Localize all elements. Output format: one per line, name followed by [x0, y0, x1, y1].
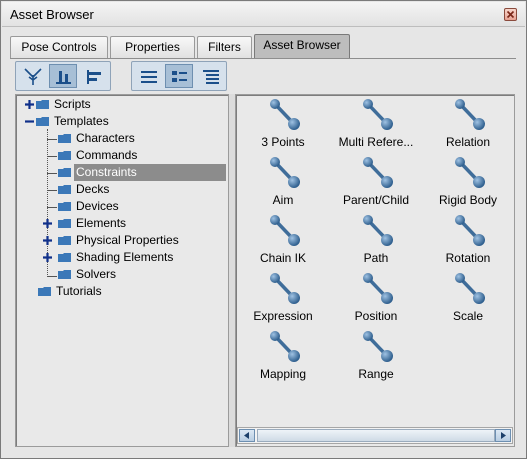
tab-pose-controls[interactable]: Pose Controls [10, 36, 108, 58]
folder-icon [58, 134, 71, 143]
arrow-right-icon [501, 432, 506, 439]
expand-plus-icon[interactable] [24, 99, 35, 110]
asset-item[interactable]: Multi Refere... [331, 97, 421, 153]
asset-label: Relation [445, 135, 491, 149]
title-bar: Asset Browser [2, 2, 525, 27]
close-x-icon [506, 10, 515, 19]
asset-label: Chain IK [259, 251, 307, 265]
asset-label: Position [354, 309, 398, 323]
asset-label: Parent/Child [342, 193, 410, 207]
folder-icon [58, 270, 71, 279]
asset-item[interactable]: Parent/Child [331, 155, 421, 211]
asset-item[interactable]: Chain IK [238, 213, 328, 269]
constraint-icon [455, 99, 485, 130]
align-left-button[interactable] [80, 64, 108, 88]
view-button-group [15, 61, 111, 91]
asset-item[interactable]: Expression [238, 271, 328, 327]
list-view-icon [141, 71, 157, 83]
asset-item[interactable]: Rotation [423, 213, 513, 269]
expand-plus-icon[interactable] [42, 252, 53, 263]
constraint-icon [455, 273, 485, 304]
asset-label: Aim [272, 193, 294, 207]
display-button-group [131, 61, 227, 91]
close-button[interactable] [504, 8, 517, 21]
align-bottom-button[interactable] [49, 64, 77, 88]
arrow-left-icon [244, 432, 249, 439]
asset-item[interactable]: Scale [423, 271, 513, 327]
asset-item[interactable]: Range [331, 329, 421, 385]
asset-label: Rotation [445, 251, 491, 265]
constraint-icon [270, 215, 300, 246]
asset-label: Path [363, 251, 389, 265]
folder-tree-panel[interactable]: Scripts Templates Characters Commands Co… [15, 94, 229, 447]
expand-plus-icon[interactable] [42, 235, 53, 246]
detail-view-icon [203, 70, 219, 84]
asset-label: Range [358, 367, 394, 381]
tree-view-button[interactable] [18, 64, 46, 88]
window-title: Asset Browser [10, 7, 94, 22]
asset-label: Rigid Body [438, 193, 498, 207]
constraint-icon [270, 99, 300, 130]
collapse-minus-icon[interactable] [24, 116, 35, 127]
asset-grid-panel[interactable]: 3 Points Multi Refere... Relation Aim Parent… [235, 94, 515, 447]
expand-plus-icon[interactable] [42, 218, 53, 229]
constraint-icon [270, 273, 300, 304]
constraint-icon [270, 157, 300, 188]
asset-item[interactable]: Position [331, 271, 421, 327]
folder-icon [38, 287, 51, 296]
folder-icon [58, 202, 71, 211]
asset-item[interactable]: Path [331, 213, 421, 269]
constraint-icon [363, 331, 393, 362]
folder-icon [58, 151, 71, 160]
scroll-left-button[interactable] [239, 429, 255, 442]
detail-view-button[interactable] [196, 64, 224, 88]
tab-properties[interactable]: Properties [110, 36, 195, 58]
folder-icon [58, 253, 71, 262]
constraint-icon [363, 215, 393, 246]
constraint-icon [270, 331, 300, 362]
align-left-icon [87, 70, 101, 84]
folder-icon [58, 185, 71, 194]
asset-item[interactable]: Aim [238, 155, 328, 211]
asset-label: 3 Points [261, 135, 305, 149]
list-view-button[interactable] [134, 64, 162, 88]
constraint-icon [363, 99, 393, 130]
tree-item-constraints[interactable]: Constraints [40, 164, 226, 181]
folder-icon [58, 168, 71, 177]
folder-icon [58, 219, 71, 228]
folder-icon [36, 117, 49, 126]
scroll-thumb[interactable] [257, 429, 495, 442]
folder-icon [58, 236, 71, 245]
folder-icon [36, 100, 49, 109]
constraint-icon [455, 157, 485, 188]
horizontal-scrollbar[interactable] [237, 427, 513, 444]
tab-asset-browser[interactable]: Asset Browser [254, 34, 350, 59]
tab-filters[interactable]: Filters [197, 36, 252, 58]
asset-label: Expression [253, 309, 313, 323]
asset-item[interactable]: Relation [423, 97, 513, 153]
constraint-icon [363, 157, 393, 188]
asset-label: Mapping [259, 367, 307, 381]
constraint-icon [455, 215, 485, 246]
asset-item[interactable]: 3 Points [238, 97, 328, 153]
constraint-icon [363, 273, 393, 304]
tree-view-icon [24, 68, 42, 85]
icon-view-icon [172, 71, 187, 82]
icon-view-button[interactable] [165, 64, 193, 88]
asset-label: Multi Refere... [338, 135, 414, 149]
align-bottom-icon [56, 71, 71, 84]
asset-browser-window: Asset Browser Pose Controls Properties F… [0, 0, 527, 459]
scroll-right-button[interactable] [495, 429, 511, 442]
asset-item[interactable]: Mapping [238, 329, 328, 385]
asset-item[interactable]: Rigid Body [423, 155, 513, 211]
asset-label: Scale [452, 309, 484, 323]
